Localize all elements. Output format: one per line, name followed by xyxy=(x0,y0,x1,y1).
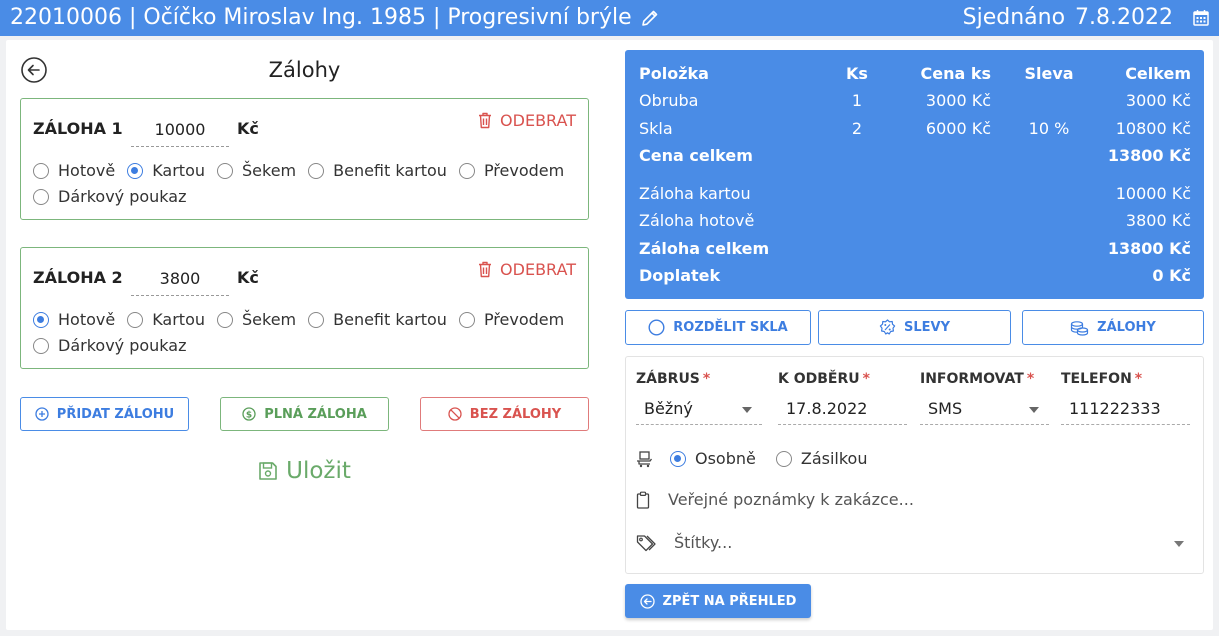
chevron-down-icon xyxy=(1029,407,1039,413)
remove-deposit-button[interactable]: ODEBRAT xyxy=(478,111,576,130)
clipboard-icon xyxy=(636,491,650,509)
chevron-down-icon xyxy=(1174,541,1184,547)
payment-method-group: Hotově Kartou Šekem Benefit kartou Převo… xyxy=(33,310,576,329)
inform-select[interactable]: SMS xyxy=(920,395,1049,425)
payment-check-radio[interactable]: Šekem xyxy=(217,161,296,180)
delivery-cart-icon xyxy=(636,450,654,468)
notes-placeholder: Veřejné poznámky k zakázce... xyxy=(668,490,914,509)
delivery-personal-radio[interactable]: Osobně xyxy=(670,449,756,468)
ban-icon xyxy=(448,407,462,421)
payment-card-radio[interactable]: Kartou xyxy=(127,161,205,180)
deposit-amount-input[interactable]: 10000 xyxy=(131,115,229,147)
chevron-down-icon xyxy=(742,407,752,413)
coins-icon xyxy=(1070,320,1089,336)
no-deposit-button[interactable]: BEZ ZÁLOHY xyxy=(420,397,589,431)
discounts-button[interactable]: SLEVY xyxy=(818,310,1011,345)
percent-badge-icon xyxy=(879,319,896,336)
circle-icon xyxy=(648,319,665,336)
order-title-text: 22010006 | Očíčko Miroslav Ing. 1985 | P… xyxy=(10,5,632,30)
payment-cash-radio[interactable]: Hotově xyxy=(33,310,115,329)
tags-select[interactable]: Štítky... xyxy=(636,533,1184,552)
deposit-amount-input[interactable]: 3800 xyxy=(131,264,229,296)
summary-remaining-row: Doplatek 0 Kč xyxy=(639,266,1191,285)
dollar-circle-icon: $ xyxy=(242,407,256,421)
inform-field: INFORMOVAT * SMS xyxy=(920,371,1049,425)
payment-method-group: Hotově Kartou Šekem Benefit kartou Převo… xyxy=(33,161,576,180)
trash-icon xyxy=(478,261,492,278)
price-summary: Položka Ks Cena ks Sleva Celkem Obruba 1… xyxy=(625,50,1204,299)
summary-header-row: Položka Ks Cena ks Sleva Celkem xyxy=(639,64,1191,83)
arrow-left-circle-icon xyxy=(639,593,655,609)
payment-benefit-card-radio[interactable]: Benefit kartou xyxy=(308,161,447,180)
public-notes-input[interactable]: Veřejné poznámky k zakázce... xyxy=(636,490,914,509)
payment-cash-radio[interactable]: Hotově xyxy=(33,161,115,180)
payment-transfer-radio[interactable]: Převodem xyxy=(458,161,564,180)
summary-item-row: Skla 2 6000 Kč 10 % 10800 Kč xyxy=(639,119,1191,138)
order-title: 22010006 | Očíčko Miroslav Ing. 1985 | P… xyxy=(10,5,660,30)
delivery-method-group: Osobně Zásilkou xyxy=(636,449,887,468)
deposit-currency: Kč xyxy=(237,119,259,138)
deposit-label: ZÁLOHA 2 xyxy=(33,268,123,287)
payment-gift-voucher-radio[interactable]: Dárkový poukaz xyxy=(33,336,186,355)
payment-benefit-card-radio[interactable]: Benefit kartou xyxy=(308,310,447,329)
phone-input[interactable]: 111222333 xyxy=(1061,395,1190,425)
summary-card-deposit-row: Záloha kartou 10000 Kč xyxy=(639,184,1191,203)
deposits-button[interactable]: ZÁLOHY xyxy=(1022,310,1204,345)
remove-label: ODEBRAT xyxy=(500,111,576,130)
summary-deposit-total-row: Záloha celkem 13800 Kč xyxy=(639,239,1191,258)
plus-circle-icon xyxy=(35,407,49,421)
order-status: Sjednáno 7.8.2022 xyxy=(963,5,1209,30)
summary-total-row: Cena celkem 13800 Kč xyxy=(639,146,1191,165)
payment-check-radio[interactable]: Šekem xyxy=(217,310,296,329)
pickup-date-field: K ODBĚRU * 17.8.2022 xyxy=(778,371,907,425)
svg-text:$: $ xyxy=(246,411,252,421)
save-button[interactable]: Uložit xyxy=(20,458,589,484)
phone-field: TELEFON * 111222333 xyxy=(1061,371,1190,425)
tags-icon xyxy=(636,534,658,552)
deposit-card-1: ZÁLOHA 1 10000 Kč ODEBRAT Hotově Kartou … xyxy=(20,98,589,220)
full-deposit-button[interactable]: $ PLNÁ ZÁLOHA xyxy=(220,397,389,431)
payment-transfer-radio[interactable]: Převodem xyxy=(458,310,564,329)
back-to-overview-button[interactable]: ZPĚT NA PŘEHLED xyxy=(625,584,811,618)
pickup-date-input[interactable]: 17.8.2022 xyxy=(778,395,907,425)
edit-pencil-icon[interactable] xyxy=(640,8,660,28)
payment-card-radio[interactable]: Kartou xyxy=(127,310,205,329)
delivery-parcel-radio[interactable]: Zásilkou xyxy=(775,449,867,468)
section-title: Zálohy xyxy=(268,58,341,82)
deposit-card-2: ZÁLOHA 2 3800 Kč ODEBRAT Hotově Kartou Š… xyxy=(20,247,589,369)
top-bar: 22010006 | Očíčko Miroslav Ing. 1985 | P… xyxy=(0,0,1219,36)
trash-icon xyxy=(478,112,492,129)
remove-label: ODEBRAT xyxy=(500,260,576,279)
status-label: Sjednáno xyxy=(962,5,1066,30)
deposit-currency: Kč xyxy=(237,268,259,287)
floppy-disk-icon xyxy=(258,461,278,481)
deposit-label: ZÁLOHA 1 xyxy=(33,119,123,138)
zabrus-select[interactable]: Běžný xyxy=(636,395,762,425)
summary-item-row: Obruba 1 3000 Kč 3000 Kč xyxy=(639,91,1191,110)
tags-placeholder: Štítky... xyxy=(674,533,733,552)
order-details-form: ZÁBRUS * Běžný K ODBĚRU * 17.8.2022 INFORM… xyxy=(625,356,1204,574)
summary-cash-deposit-row: Záloha hotově 3800 Kč xyxy=(639,211,1191,230)
add-deposit-button[interactable]: PŘIDAT ZÁLOHU xyxy=(20,397,189,431)
remove-deposit-button[interactable]: ODEBRAT xyxy=(478,260,576,279)
zabrus-field: ZÁBRUS * Běžný xyxy=(636,371,762,425)
calendar-icon[interactable] xyxy=(1193,9,1209,26)
payment-gift-voucher-radio[interactable]: Dárkový poukaz xyxy=(33,187,186,206)
status-date: 7.8.2022 xyxy=(1075,5,1173,30)
split-lenses-button[interactable]: ROZDĚLIT SKLA xyxy=(625,310,811,345)
